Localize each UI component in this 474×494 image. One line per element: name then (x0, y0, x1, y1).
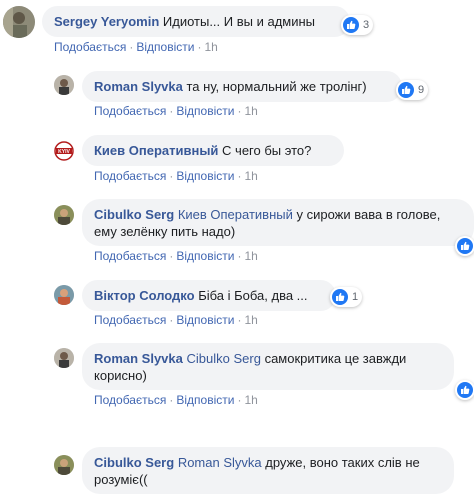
like-thumb-icon (457, 382, 473, 398)
separator: · (169, 313, 174, 327)
mention-link[interactable]: Cibulko Serg (187, 351, 261, 366)
comment-text-line1: самокритика це завжди (264, 351, 407, 366)
avatar[interactable] (54, 75, 74, 95)
reaction-count[interactable]: 1 (330, 287, 363, 307)
separator: · (169, 393, 174, 407)
comment-actions: Подобається · Відповісти · 1h (94, 313, 258, 327)
reaction-count-label: 9 (418, 84, 425, 96)
comment-bubble: Cibulko Serg Киев Оперативный у сирожи в… (82, 199, 474, 246)
like-thumb-icon (343, 17, 359, 33)
reply-link[interactable]: Відповісти (176, 313, 234, 327)
comment-bubble: Віктор Солодко Біба і Боба, два ... (82, 280, 336, 311)
separator: · (197, 40, 202, 54)
comment-time[interactable]: 1h (204, 40, 217, 54)
comment-actions: Подобається · Відповісти · 1h (54, 40, 218, 54)
reaction-count-label: 1 (352, 291, 359, 303)
separator: · (169, 169, 174, 183)
comment-author-link[interactable]: Cibulko Serg (94, 207, 174, 222)
reaction-button[interactable] (455, 380, 474, 400)
separator: · (237, 393, 242, 407)
avatar[interactable]: KYIV (54, 141, 74, 161)
comment-author-link[interactable]: Roman Slyvka (94, 79, 183, 94)
like-link[interactable]: Подобається (94, 313, 166, 327)
comment-author-link[interactable]: Віктор Солодко (94, 288, 195, 303)
comment-text-line1: у сирожи вава в голове, (296, 207, 441, 222)
like-link[interactable]: Подобається (94, 104, 166, 118)
svg-text:KYIV: KYIV (58, 149, 70, 155)
comment-author-link[interactable]: Roman Slyvka (94, 351, 183, 366)
separator: · (169, 104, 174, 118)
comment-text: та ну, нормальний же тролінг) (186, 79, 367, 94)
comment-author-link[interactable]: Sergey Yeryomin (54, 14, 159, 29)
avatar[interactable] (54, 455, 74, 475)
comment-text-line2: розуміє(( (94, 472, 148, 487)
comment-time[interactable]: 1h (244, 249, 257, 263)
comment-actions: Подобається · Відповісти · 1h (94, 104, 258, 118)
comment-actions: Подобається · Відповісти · 1h (94, 169, 258, 183)
like-link[interactable]: Подобається (94, 169, 166, 183)
like-thumb-icon (457, 238, 473, 254)
like-link[interactable]: Подобається (94, 249, 166, 263)
avatar[interactable] (54, 285, 74, 305)
like-thumb-icon (398, 82, 414, 98)
comment-bubble: Cibulko Serg Roman Slyvka друже, воно та… (82, 447, 454, 494)
comment-text-line2: корисно) (94, 368, 147, 383)
mention-link[interactable]: Roman Slyvka (178, 455, 262, 470)
comment-time[interactable]: 1h (244, 169, 257, 183)
like-link[interactable]: Подобається (54, 40, 126, 54)
separator: · (169, 249, 174, 263)
comment-bubble: Roman Slyvka Cibulko Serg самокритика це… (82, 343, 454, 390)
comment-actions: Подобається · Відповісти · 1h (94, 249, 258, 263)
separator: · (237, 313, 242, 327)
comment-bubble: Киев Оперативный С чего бы это? (82, 135, 344, 166)
comment-text: Идиоты... И вы и админы (162, 14, 315, 29)
reaction-count[interactable]: 3 (341, 15, 374, 35)
comment-actions: Подобається · Відповісти · 1h (94, 393, 258, 407)
comment-time[interactable]: 1h (244, 104, 257, 118)
separator: · (237, 104, 242, 118)
avatar[interactable] (54, 348, 74, 368)
separator: · (237, 249, 242, 263)
comment-time[interactable]: 1h (244, 313, 257, 327)
comment-time[interactable]: 1h (244, 393, 257, 407)
comment-text-line2: ему зелёнку пить надо) (94, 224, 236, 239)
reply-link[interactable]: Відповісти (136, 40, 194, 54)
reply-link[interactable]: Відповісти (176, 393, 234, 407)
avatar[interactable] (54, 205, 74, 225)
mention-link[interactable]: Киев Оперативный (178, 207, 293, 222)
avatar[interactable] (3, 6, 35, 38)
reply-link[interactable]: Відповісти (176, 249, 234, 263)
comment-author-link[interactable]: Киев Оперативный (94, 143, 218, 158)
like-thumb-icon (332, 289, 348, 305)
comment-author-link[interactable]: Cibulko Serg (94, 455, 174, 470)
like-link[interactable]: Подобається (94, 393, 166, 407)
reaction-button[interactable] (455, 236, 474, 256)
comment-bubble: Sergey Yeryomin Идиоты... И вы и админы (42, 6, 350, 37)
separator: · (237, 169, 242, 183)
comment-text: С чего бы это? (222, 143, 312, 158)
reply-link[interactable]: Відповісти (176, 104, 234, 118)
reaction-count[interactable]: 9 (396, 80, 429, 100)
comment-text-line1: друже, воно таких слів не (265, 455, 420, 470)
separator: · (129, 40, 134, 54)
comment-bubble: Roman Slyvka та ну, нормальний же тролін… (82, 71, 402, 102)
reply-link[interactable]: Відповісти (176, 169, 234, 183)
reaction-count-label: 3 (363, 19, 370, 31)
comment-text: Біба і Боба, два ... (198, 288, 308, 303)
